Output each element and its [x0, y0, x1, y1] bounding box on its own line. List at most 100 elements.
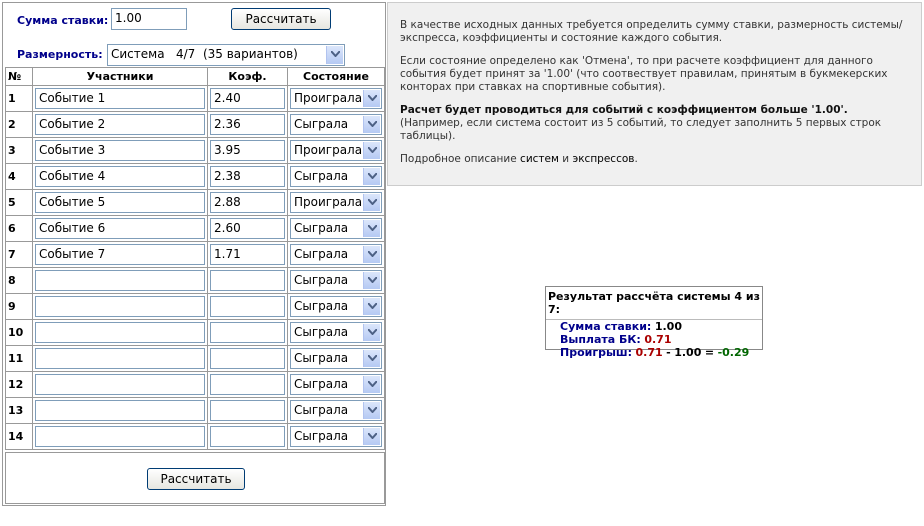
table-row: 13 Сыграла: [5, 397, 385, 424]
coef-input[interactable]: 1.71: [210, 244, 285, 265]
state-select[interactable]: Проиграла: [290, 192, 382, 213]
chevron-down-icon[interactable]: [363, 142, 380, 159]
participant-input[interactable]: [35, 270, 205, 291]
state-select[interactable]: Сыграла: [290, 270, 382, 291]
calculate-button-top[interactable]: Рассчитать: [231, 8, 331, 30]
coef-input[interactable]: [210, 374, 285, 395]
chevron-down-icon[interactable]: [363, 194, 380, 211]
chevron-down-icon[interactable]: [363, 298, 380, 315]
state-select[interactable]: Сыграла: [290, 296, 382, 317]
state-select[interactable]: Сыграла: [290, 426, 382, 447]
chevron-down-icon[interactable]: [363, 246, 380, 263]
coef-cell: [207, 371, 288, 398]
participant-input[interactable]: [35, 296, 205, 317]
row-number: 6: [5, 215, 33, 242]
row-number: 3: [5, 137, 33, 164]
state-select[interactable]: Сыграла: [290, 166, 382, 187]
state-select[interactable]: Сыграла: [290, 374, 382, 395]
participant-input[interactable]: [35, 374, 205, 395]
header-participants: Участники: [32, 67, 208, 86]
state-select-value: Сыграла: [294, 273, 349, 287]
chevron-down-icon[interactable]: [363, 168, 380, 185]
participant-input[interactable]: Событие 7: [35, 244, 205, 265]
coef-input[interactable]: [210, 270, 285, 291]
state-select-value: Проиграла: [294, 143, 363, 157]
result-stake-value: 1.00: [654, 320, 682, 333]
stake-input[interactable]: 1.00: [111, 8, 187, 30]
state-select-value: Сыграла: [294, 325, 349, 339]
table-row: 14 Сыграла: [5, 423, 385, 450]
table-row: 3 Событие 3 3.95 Проиграла: [5, 137, 385, 164]
state-select[interactable]: Сыграла: [290, 400, 382, 421]
chevron-down-icon[interactable]: [363, 350, 380, 367]
state-select[interactable]: Сыграла: [290, 244, 382, 265]
state-select[interactable]: Сыграла: [290, 322, 382, 343]
state-select-value: Сыграла: [294, 299, 349, 313]
details-end: .: [634, 153, 638, 165]
state-select[interactable]: Сыграла: [290, 218, 382, 239]
instructions-panel: В качестве исходных данных требуется опр…: [387, 2, 922, 186]
instructions-bold: Расчет будет проводиться для событий с к…: [400, 104, 848, 116]
result-title: Результат рассчёта системы 4 из 7:: [546, 287, 762, 320]
chevron-down-icon[interactable]: [363, 116, 380, 133]
chevron-down-icon[interactable]: [363, 90, 380, 107]
chevron-down-icon[interactable]: [363, 272, 380, 289]
participant-input[interactable]: Событие 3: [35, 140, 205, 161]
system-select[interactable]: Система 4/7 (35 вариантов): [107, 44, 345, 66]
coef-input[interactable]: [210, 400, 285, 421]
participant-input[interactable]: [35, 426, 205, 447]
chevron-down-icon[interactable]: [363, 402, 380, 419]
participant-cell: Событие 5: [32, 189, 208, 216]
state-cell: Сыграла: [287, 215, 385, 242]
coef-input[interactable]: [210, 322, 285, 343]
row-number: 12: [5, 371, 33, 398]
coef-input[interactable]: 2.60: [210, 218, 285, 239]
state-select-value: Сыграла: [294, 377, 349, 391]
stake-label: Сумма ставки:: [17, 14, 109, 27]
state-select[interactable]: Проиграла: [290, 88, 382, 109]
calculate-button-bottom[interactable]: Рассчитать: [147, 468, 245, 490]
participant-input[interactable]: Событие 1: [35, 88, 205, 109]
coef-input[interactable]: 2.38: [210, 166, 285, 187]
chevron-down-icon[interactable]: [363, 220, 380, 237]
state-cell: Проиграла: [287, 85, 385, 112]
state-select-value: Сыграла: [294, 117, 349, 131]
row-number: 4: [5, 163, 33, 190]
coef-input[interactable]: [210, 348, 285, 369]
coef-input[interactable]: 2.40: [210, 88, 285, 109]
instructions-paragraph-2: Если состояние определено как 'Отмена', …: [400, 55, 888, 93]
coef-input[interactable]: 3.95: [210, 140, 285, 161]
participant-input[interactable]: [35, 322, 205, 343]
state-cell: Сыграла: [287, 319, 385, 346]
coef-input[interactable]: [210, 426, 285, 447]
state-select[interactable]: Сыграла: [290, 348, 382, 369]
details-prefix: Подробное описание: [400, 153, 517, 165]
state-select[interactable]: Проиграла: [290, 140, 382, 161]
table-row: 4 Событие 4 2.38 Сыграла: [5, 163, 385, 190]
participant-input[interactable]: Событие 4: [35, 166, 205, 187]
systems-link[interactable]: систем: [520, 153, 559, 165]
chevron-down-icon[interactable]: [326, 46, 343, 64]
participant-input[interactable]: Событие 6: [35, 218, 205, 239]
table-row: 5 Событие 5 2.88 Проиграла: [5, 189, 385, 216]
participant-cell: [32, 267, 208, 294]
participant-input[interactable]: Событие 5: [35, 192, 205, 213]
table-row: 10 Сыграла: [5, 319, 385, 346]
express-link[interactable]: экспрессов: [572, 153, 634, 165]
chevron-down-icon[interactable]: [363, 324, 380, 341]
coef-input[interactable]: [210, 296, 285, 317]
participant-input[interactable]: [35, 400, 205, 421]
chevron-down-icon[interactable]: [363, 428, 380, 445]
participant-input[interactable]: [35, 348, 205, 369]
coef-input[interactable]: 2.88: [210, 192, 285, 213]
chevron-down-icon[interactable]: [363, 376, 380, 393]
participant-input[interactable]: Событие 2: [35, 114, 205, 135]
participant-cell: [32, 293, 208, 320]
state-select-value: Сыграла: [294, 169, 349, 183]
coef-cell: [207, 397, 288, 424]
participant-cell: [32, 423, 208, 450]
coef-cell: [207, 345, 288, 372]
coef-input[interactable]: 2.36: [210, 114, 285, 135]
state-select[interactable]: Сыграла: [290, 114, 382, 135]
participant-cell: [32, 397, 208, 424]
